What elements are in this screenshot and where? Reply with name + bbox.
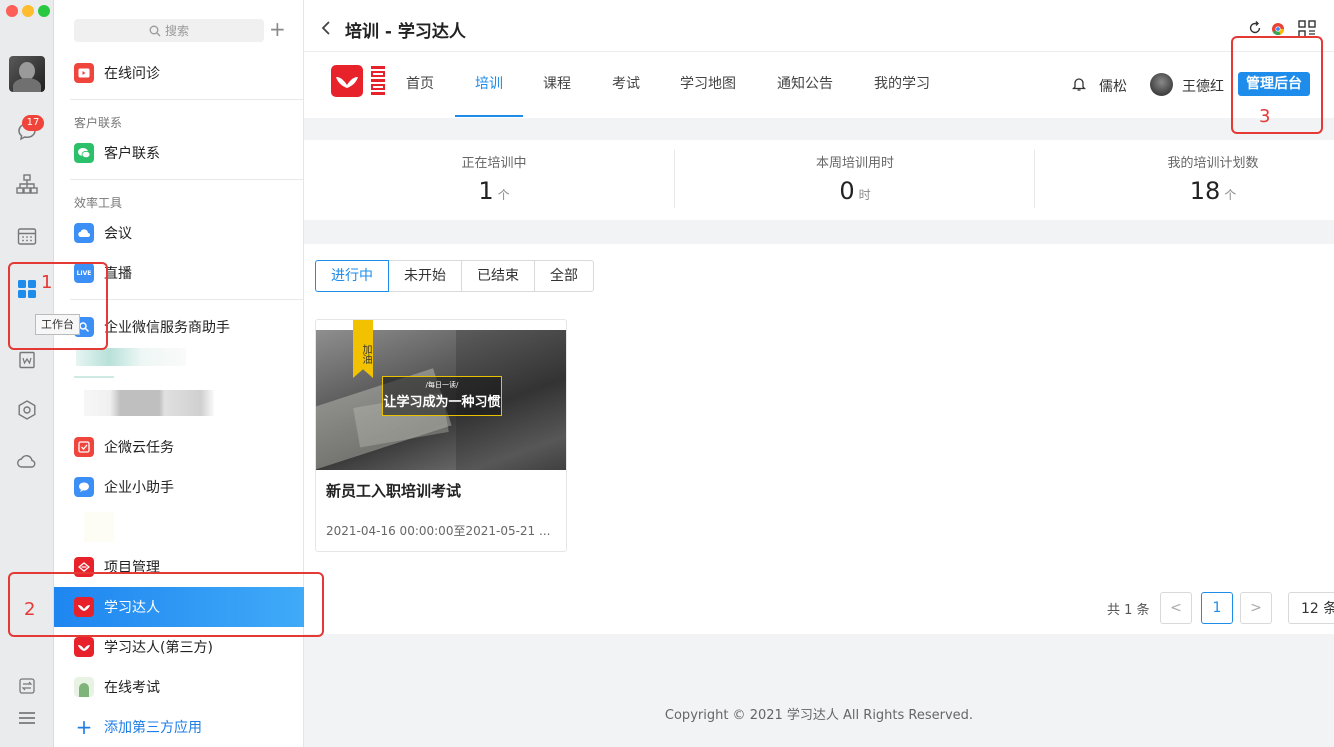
blurred-region bbox=[84, 512, 114, 542]
xuexi-logo-icon bbox=[74, 637, 94, 657]
refresh-icon[interactable] bbox=[1248, 21, 1262, 35]
status-tabs: 进行中 未开始 已结束 全部 bbox=[315, 260, 594, 292]
app-assistant[interactable]: 企业小助手 bbox=[54, 467, 304, 507]
unread-badge: 17 bbox=[22, 115, 44, 131]
annotation-label-3: 3 bbox=[1259, 106, 1271, 127]
top-nav: 首页 培训 课程 考试 学习地图 通知公告 我的学习 儒松 王德红 管理后台 bbox=[304, 52, 1334, 118]
app-meeting[interactable]: 会议 bbox=[54, 213, 304, 253]
browser-icon[interactable] bbox=[1271, 22, 1285, 36]
pager-next-button[interactable]: > bbox=[1240, 592, 1272, 624]
nav-home[interactable]: 首页 bbox=[406, 52, 434, 118]
nav-training[interactable]: 培训 bbox=[475, 52, 503, 118]
blurred-region bbox=[84, 390, 214, 416]
ribbon-badge: 加油 bbox=[353, 320, 373, 378]
bell-icon[interactable] bbox=[1072, 76, 1086, 92]
stat-weekly-hours: 本周培训用时 0时 bbox=[815, 156, 894, 205]
stats-panel: 正在培训中 1个 本周培训用时 0时 我的培训计划数 18 个 bbox=[304, 140, 1334, 220]
menu-icon[interactable] bbox=[15, 706, 39, 730]
nav-exams[interactable]: 考试 bbox=[612, 52, 640, 118]
nav-my-learning[interactable]: 我的学习 bbox=[874, 52, 930, 118]
card-title: 新员工入职培训考试 bbox=[326, 482, 462, 500]
workbench-tooltip: 工作台 bbox=[35, 314, 80, 335]
maximize-window-button[interactable] bbox=[38, 5, 50, 17]
stat-in-training: 正在培训中 1个 bbox=[461, 156, 527, 205]
user-name-rusong[interactable]: 儒松 bbox=[1099, 76, 1127, 96]
pager-prev-button[interactable]: < bbox=[1160, 592, 1192, 624]
brand-mark bbox=[371, 66, 385, 98]
divider bbox=[674, 150, 675, 208]
main-panel: 培训 - 学习达人 首页 培训 课程 考试 学习地图 通知公告 我的学习 儒松 … bbox=[304, 0, 1334, 747]
video-consult-icon bbox=[74, 63, 94, 83]
meeting-icon bbox=[74, 223, 94, 243]
user-name-wangdehong[interactable]: 王德红 bbox=[1182, 76, 1224, 96]
tab-in-progress[interactable]: 进行中 bbox=[315, 260, 389, 292]
nav-learning-map[interactable]: 学习地图 bbox=[680, 52, 736, 118]
annotation-box-1 bbox=[8, 262, 108, 350]
avatar[interactable] bbox=[9, 56, 45, 92]
divider bbox=[70, 99, 304, 100]
user-avatar[interactable] bbox=[1150, 73, 1173, 96]
close-window-button[interactable] bbox=[6, 5, 18, 17]
annotation-label-1: 1 bbox=[41, 272, 53, 293]
nav-announcements[interactable]: 通知公告 bbox=[777, 52, 833, 118]
wechat-icon bbox=[74, 143, 94, 163]
gray-spacer bbox=[304, 118, 1334, 140]
tab-not-started[interactable]: 未开始 bbox=[388, 260, 462, 292]
switch-icon[interactable] bbox=[15, 674, 39, 698]
divider bbox=[70, 179, 304, 180]
page-title: 培训 - 学习达人 bbox=[345, 22, 466, 42]
assistant-icon bbox=[74, 477, 94, 497]
cover-caption-box: /每日一读/ 让学习成为一种习惯 bbox=[382, 376, 502, 416]
search-placeholder: 搜索 bbox=[164, 24, 189, 38]
pager-total: 共 1 条 bbox=[1107, 603, 1150, 618]
section-efficiency: 效率工具 bbox=[74, 196, 123, 210]
back-icon[interactable] bbox=[320, 20, 332, 36]
blurred-region bbox=[74, 376, 114, 378]
tab-all[interactable]: 全部 bbox=[534, 260, 594, 292]
blurred-region bbox=[76, 348, 186, 366]
minimize-window-button[interactable] bbox=[22, 5, 34, 17]
app-online-exam[interactable]: 在线考试 bbox=[54, 667, 304, 707]
document-icon[interactable] bbox=[15, 348, 39, 372]
plus-icon: + bbox=[75, 715, 93, 739]
nav-active-indicator bbox=[455, 115, 523, 117]
stat-plan-count: 我的培训计划数 18 个 bbox=[1167, 156, 1259, 205]
card-date: 2021-04-16 00:00:00至2021-05-21 ... bbox=[326, 524, 551, 538]
annotation-label-2: 2 bbox=[24, 599, 36, 620]
org-chart-icon[interactable] bbox=[15, 172, 39, 196]
annotation-box-3 bbox=[1231, 36, 1323, 134]
divider bbox=[1034, 150, 1035, 208]
gray-spacer bbox=[304, 220, 1334, 244]
app-cloud-task[interactable]: 企微云任务 bbox=[54, 427, 304, 467]
add-icon[interactable]: + bbox=[269, 18, 286, 40]
copyright-text: Copyright © 2021 学习达人 All Rights Reserve… bbox=[664, 708, 974, 723]
footer: Copyright © 2021 学习达人 All Rights Reserve… bbox=[304, 634, 1334, 747]
search-input[interactable]: 搜索 bbox=[74, 19, 264, 42]
cloud-icon[interactable] bbox=[15, 450, 39, 474]
exam-icon bbox=[74, 677, 94, 697]
brand-logo bbox=[331, 65, 363, 97]
tab-finished[interactable]: 已结束 bbox=[461, 260, 535, 292]
title-bar: 培训 - 学习达人 bbox=[304, 0, 1334, 52]
pager-page-1[interactable]: 1 bbox=[1201, 592, 1233, 624]
calendar-icon[interactable] bbox=[15, 224, 39, 248]
add-third-party-app[interactable]: + 添加第三方应用 bbox=[54, 707, 304, 747]
training-card[interactable]: /每日一读/ 让学习成为一种习惯 加油 新员工入职培训考试 2021-04-16… bbox=[315, 319, 567, 552]
section-customer: 客户联系 bbox=[74, 116, 123, 130]
annotation-box-2 bbox=[8, 572, 324, 637]
app-customer-contact[interactable]: 客户联系 bbox=[54, 133, 304, 173]
nav-courses[interactable]: 课程 bbox=[543, 52, 571, 118]
hexagon-icon[interactable] bbox=[15, 398, 39, 422]
page-size-select[interactable]: 12 条 bbox=[1288, 592, 1334, 624]
search-icon bbox=[149, 25, 161, 36]
app-online-consult[interactable]: 在线问诊 bbox=[54, 53, 304, 93]
task-icon bbox=[74, 437, 94, 457]
